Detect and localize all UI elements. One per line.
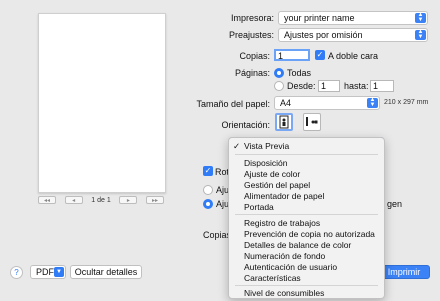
pages-range-radio[interactable] — [274, 81, 284, 91]
pdf-label: PDF — [36, 267, 54, 277]
section-dropdown-menu: ✓ Vista Previa Disposición Ajuste de col… — [228, 137, 385, 299]
chevron-down-icon: ▼ — [54, 267, 64, 277]
paper-size-value: A4 — [280, 98, 292, 108]
pages-all-label: Todas — [287, 68, 312, 78]
menu-item-numeracion-fondo[interactable]: Numeración de fondo — [244, 251, 325, 261]
first-page-button[interactable]: ◂◂ — [38, 196, 56, 204]
pages-to-input[interactable]: 1 — [370, 80, 394, 92]
menu-item-ajuste-color[interactable]: Ajuste de color — [244, 169, 300, 179]
paper-size-select[interactable]: A4 ▲ ▼ — [274, 96, 380, 110]
menu-item-nivel-consumibles[interactable]: Nivel de consumibles — [244, 288, 324, 298]
pdf-menu-button[interactable]: PDF ▼ — [30, 265, 66, 279]
preview-pager: ◂◂ ◂ 1 de 1 ▸ ▸▸ — [38, 195, 164, 205]
page-preview — [38, 13, 166, 193]
menu-separator — [235, 214, 378, 215]
orientation-label: Orientación: — [221, 120, 270, 130]
pages-label: Páginas: — [234, 68, 270, 78]
presets-label: Preajustes: — [228, 30, 274, 40]
presets-select[interactable]: Ajustes por omisión ▲ ▼ — [278, 28, 428, 42]
menu-item-autenticacion[interactable]: Autenticación de usuario — [244, 262, 337, 272]
menu-separator — [235, 285, 378, 286]
copies-label: Copias: — [239, 51, 270, 61]
menu-separator — [235, 154, 378, 155]
copies-input[interactable]: 1 — [274, 49, 310, 61]
pages-all-radio[interactable] — [274, 68, 284, 78]
paper-dimensions: 210 x 297 mm — [384, 99, 429, 106]
menu-item-detalles-balance[interactable]: Detalles de balance de color — [244, 240, 351, 250]
hide-details-button[interactable]: Ocultar detalles — [70, 265, 142, 279]
help-button[interactable]: ? — [10, 266, 23, 279]
menu-item-caracteristicas[interactable]: Características — [244, 273, 301, 283]
presets-value: Ajustes por omisión — [284, 30, 363, 40]
menu-item-disposicion[interactable]: Disposición — [244, 158, 287, 168]
duplex-checkbox[interactable]: ✓ — [315, 50, 325, 60]
pages-from-input[interactable]: 1 — [318, 80, 340, 92]
updown-arrows-icon: ▲ ▼ — [415, 29, 426, 40]
portrait-button[interactable] — [275, 113, 293, 131]
pages-to-label: hasta: — [344, 81, 369, 91]
menu-item-portada[interactable]: Portada — [244, 202, 274, 212]
checkmark-icon: ✓ — [233, 141, 241, 151]
image-label-partial: gen — [387, 199, 403, 209]
menu-item-prevencion-copia[interactable]: Prevención de copia no autorizada — [244, 229, 375, 239]
adjust-radio-2[interactable] — [203, 199, 213, 209]
last-page-button[interactable]: ▸▸ — [145, 196, 164, 204]
paper-size-label: Tamaño del papel: — [196, 99, 270, 109]
printer-value: your printer name — [284, 13, 355, 23]
pages-from-label: Desde: — [287, 81, 316, 91]
portrait-icon — [279, 115, 289, 129]
rotate-checkbox[interactable]: ✓ — [203, 166, 213, 176]
landscape-button[interactable] — [303, 113, 321, 131]
menu-item-registro-trabajos[interactable]: Registro de trabajos — [244, 218, 320, 228]
updown-arrows-icon: ▲ ▼ — [415, 12, 426, 23]
updown-arrows-icon: ▲ ▼ — [367, 97, 378, 108]
print-button[interactable]: Imprimir — [378, 265, 430, 279]
next-page-button[interactable]: ▸ — [119, 196, 138, 204]
menu-item-vista-previa[interactable]: Vista Previa — [244, 141, 289, 151]
landscape-icon — [306, 117, 318, 126]
menu-item-gestion-papel[interactable]: Gestión del papel — [244, 180, 310, 190]
printer-label: Impresora: — [230, 13, 274, 23]
duplex-label: A doble cara — [328, 51, 379, 61]
prev-page-button[interactable]: ◂ — [64, 196, 83, 204]
page-indicator: 1 de 1 — [91, 196, 111, 204]
menu-item-alimentador-papel[interactable]: Alimentador de papel — [244, 191, 324, 201]
adjust-radio-1[interactable] — [203, 185, 213, 195]
printer-select[interactable]: your printer name ▲ ▼ — [278, 11, 428, 25]
